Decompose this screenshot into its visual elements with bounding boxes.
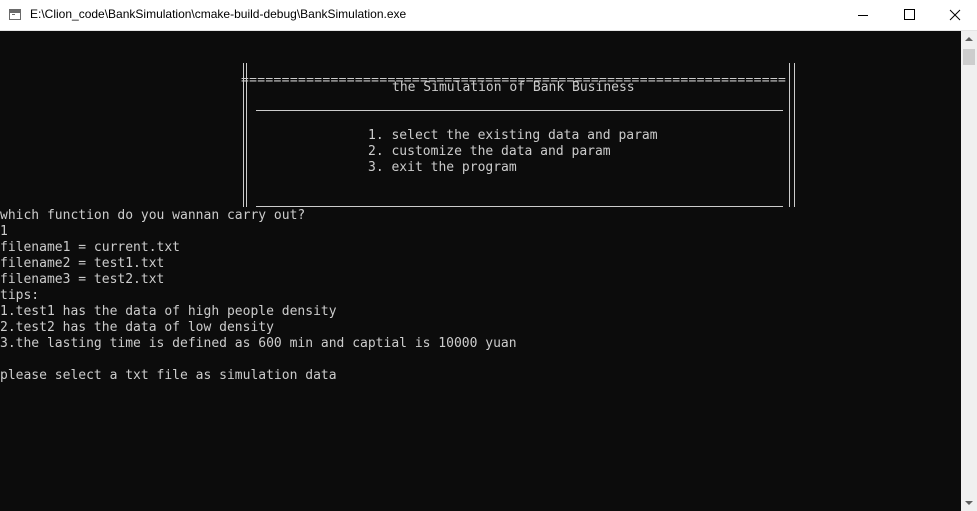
scroll-up-button[interactable]	[961, 31, 977, 48]
menu-heading: the Simulation of Bank Business	[392, 80, 635, 95]
minimize-icon	[858, 15, 868, 16]
tips-heading: tips:	[0, 288, 40, 303]
tip-line-3: 3.the lasting time is defined as 600 min…	[0, 336, 517, 351]
filename-line-2: filename2 = test1.txt	[0, 256, 165, 271]
menu-left-border-outer	[243, 63, 244, 207]
window-title: E:\Clion_code\BankSimulation\cmake-build…	[30, 7, 407, 21]
menu-option-3: 3. exit the program	[368, 160, 517, 175]
console-window: E:\Clion_code\BankSimulation\cmake-build…	[0, 0, 977, 511]
maximize-icon	[904, 9, 915, 20]
user-input-choice: 1	[0, 224, 8, 239]
chevron-up-icon	[965, 37, 973, 41]
console-output-area[interactable]: ========================================…	[0, 31, 961, 511]
maximize-button[interactable]	[886, 0, 932, 30]
menu-left-border-inner	[246, 63, 247, 207]
filename-line-1: filename1 = current.txt	[0, 240, 181, 255]
menu-right-border-inner	[789, 63, 790, 207]
menu-divider	[256, 110, 783, 111]
tip-line-2: 2.test2 has the data of low density	[0, 320, 274, 335]
close-icon	[949, 9, 961, 21]
close-button[interactable]	[932, 0, 977, 30]
scrollbar-thumb[interactable]	[963, 49, 975, 65]
chevron-down-icon	[965, 501, 973, 505]
minimize-button[interactable]	[840, 0, 886, 30]
menu-option-1: 1. select the existing data and param	[368, 128, 658, 143]
menu-bottom-border	[256, 206, 783, 207]
scroll-down-button[interactable]	[961, 494, 977, 511]
prompt-function: which function do you wannan carry out?	[0, 208, 306, 223]
menu-option-2: 2. customize the data and param	[368, 144, 611, 159]
vertical-scrollbar[interactable]	[961, 31, 977, 511]
title-bar[interactable]: E:\Clion_code\BankSimulation\cmake-build…	[0, 0, 977, 31]
console-app-icon	[9, 9, 21, 20]
tip-line-1: 1.test1 has the data of high people dens…	[0, 304, 337, 319]
prompt-select-file: please select a txt file as simulation d…	[0, 368, 337, 383]
menu-right-border-outer	[794, 63, 795, 207]
filename-line-3: filename3 = test2.txt	[0, 272, 165, 287]
